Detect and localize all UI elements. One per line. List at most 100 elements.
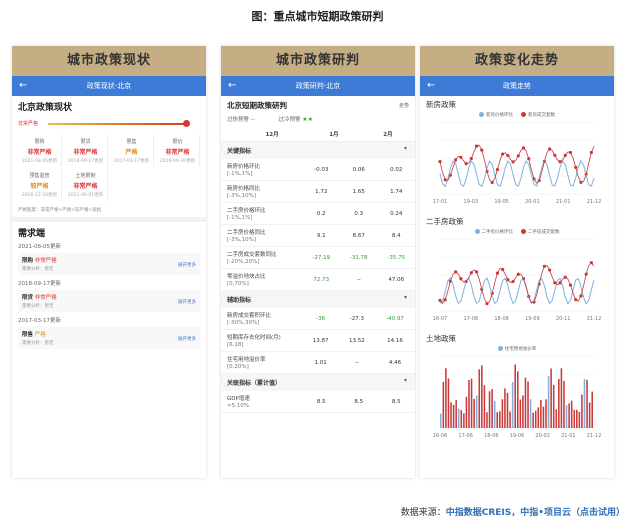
policy-tag[interactable]: 土地限制 非常严格 2021-06-01更新 bbox=[64, 169, 108, 201]
x-tick-label: 17-08 bbox=[464, 316, 479, 322]
back-arrow-icon[interactable]: ← bbox=[19, 76, 27, 96]
land-premium-bar bbox=[509, 411, 511, 428]
tag-date: 2017-03-17更新 bbox=[113, 159, 150, 164]
chart-block: 新房政策 新房价格环比 新房成交套数 17-01 19-03 19-05 20-01 21-0… bbox=[420, 96, 614, 213]
indicator-value: 1.65 bbox=[339, 180, 378, 203]
land-premium-bar bbox=[496, 412, 499, 428]
back-arrow-icon[interactable]: ← bbox=[427, 76, 435, 96]
tag-title: 限售 bbox=[126, 139, 137, 145]
land-premium-bar bbox=[514, 364, 516, 428]
trend-link[interactable]: 走势 bbox=[399, 102, 409, 109]
land-premium-bar bbox=[578, 411, 581, 428]
indicator-range: [0,70%] bbox=[227, 281, 249, 287]
x-tick-label: 21-12 bbox=[587, 199, 602, 205]
indicator-row: 新房成交套积环比 [-30%,30%] -36 -27.3 -40.97 bbox=[221, 308, 415, 330]
news-tag: 限售 bbox=[22, 332, 34, 338]
land-premium-bar bbox=[558, 378, 560, 428]
land-premium-bar bbox=[470, 378, 473, 428]
land-premium-bar bbox=[475, 395, 478, 428]
land-premium-bar bbox=[499, 411, 501, 428]
policy-tag[interactable]: 限价 非常严格 2016-09-30更新 bbox=[156, 135, 200, 167]
indicator-name: 短期库存去化时间(月) bbox=[227, 335, 281, 341]
chart-block: 二手房政策 二手房价格环比 二手房成交套数 16-07 17-08 18-08 19-09 2… bbox=[420, 213, 614, 330]
land-premium-bar bbox=[547, 376, 550, 428]
panel-policy-judgment: 城市政策研判 ← 政策研判-北京 北京短期政策研判 走势 过热预警 -- 过冷预… bbox=[221, 46, 415, 478]
chart-plot: 17-01 19-03 19-05 20-01 21-01 21-12 bbox=[433, 121, 602, 205]
news-card[interactable]: 限售 严格 需要分析：暂无 展开更多 bbox=[18, 327, 200, 349]
tag-level: 非常严格 bbox=[165, 149, 190, 156]
land-premium-bar bbox=[534, 410, 537, 428]
indicator-value: -- bbox=[339, 268, 378, 291]
policy-tag[interactable]: 限售 严格 2017-03-17更新 bbox=[110, 135, 154, 167]
indicator-row: 二手房成交套数同比 [-20%,20%] -27.19 -31.78 -35.75 bbox=[221, 246, 415, 269]
back-arrow-icon[interactable]: ← bbox=[228, 76, 236, 96]
indicator-value: 8.5 bbox=[302, 391, 340, 413]
tag-title: 限贷 bbox=[80, 139, 91, 145]
indicator-value: 9.1 bbox=[302, 224, 340, 247]
expand-more-link[interactable]: 展开更多 bbox=[178, 262, 196, 268]
indicator-value: -27.3 bbox=[338, 308, 376, 330]
x-tick-label: 21-01 bbox=[561, 433, 576, 439]
indicator-row: 短期库存去化时间(月) [6,18] 13.87 13.52 14.16 bbox=[221, 329, 415, 352]
policy-tag[interactable]: 限贷 非常严格 2018-09-17更新 bbox=[64, 135, 108, 167]
indicator-label: 新房价格环比 [-1%,1%] bbox=[221, 159, 303, 181]
land-premium-bar bbox=[573, 409, 576, 428]
indicator-value: 13.87 bbox=[302, 329, 339, 352]
land-premium-bar bbox=[506, 392, 509, 428]
chevron-down-icon[interactable]: ▾ bbox=[404, 377, 407, 384]
panel-policy-trend: 政策变化走势 ← 政策走势 新房政策 新房价格环比 新房成交套数 17-01 19-03… bbox=[420, 46, 614, 478]
indicator-range: [6,18] bbox=[227, 342, 244, 348]
policy-tags: 限购 非常严格 2021-08-05更新 限贷 非常严格 2018-09-17更新 限售 严格… bbox=[18, 135, 200, 201]
indicator-label: 新房价格同比 [-3%,10%] bbox=[221, 180, 303, 203]
land-premium-bar bbox=[552, 384, 555, 428]
chart-block: 土地政策 住宅用地溢价率 16-06 17-06 18-06 19-06 20-02 21-0… bbox=[420, 330, 614, 447]
app-bar: ← 政策走势 bbox=[420, 76, 614, 96]
tag-title: 土地限制 bbox=[75, 173, 96, 179]
indicator-label: 新房成交套积环比 [-30%,30%] bbox=[221, 308, 303, 330]
expand-more-link[interactable]: 展开更多 bbox=[178, 299, 196, 305]
demand-section: 需求端 2021-08-05更新 限购 非常严格 需要分析：暂无 展开更多 2018-0… bbox=[12, 222, 206, 357]
app-bar: ← 政策现状-北京 bbox=[12, 76, 206, 96]
land-premium-bar bbox=[463, 413, 465, 428]
indicator-range: [-1%,1%] bbox=[227, 215, 253, 221]
indicator-label: GDP增速 ≈5.10% bbox=[221, 391, 303, 413]
indicator-category[interactable]: 辅助指标 ▾ bbox=[221, 291, 415, 308]
land-premium-bar bbox=[591, 391, 593, 428]
source-link[interactable]: 中指数据CREIS，中指•项目云（点击试用） bbox=[446, 508, 625, 518]
land-premium-bar bbox=[481, 365, 483, 428]
tag-level: 非常严格 bbox=[27, 149, 52, 156]
panel-banner: 政策变化走势 bbox=[420, 46, 614, 76]
news-date: 2018-09-17更新 bbox=[18, 281, 61, 287]
policy-tag[interactable]: 预售监管 较严格 2016-12-16更新 bbox=[18, 169, 62, 201]
category-name: 关键指标 bbox=[227, 148, 252, 155]
land-premium-bar bbox=[583, 378, 586, 428]
chevron-down-icon[interactable]: ▾ bbox=[404, 294, 407, 301]
indicator-category[interactable]: 关键指标 ▾ bbox=[221, 142, 415, 159]
indicator-range: [-3%,10%] bbox=[227, 193, 256, 199]
category-name: 关联指标（累计值） bbox=[227, 380, 282, 387]
land-premium-bar bbox=[519, 399, 522, 428]
indicator-name: 零溢价地块占比 bbox=[227, 274, 266, 280]
land-premium-bar bbox=[473, 398, 475, 428]
x-tick-label: 18-08 bbox=[494, 316, 509, 322]
chart-title: 二手房政策 bbox=[426, 217, 464, 226]
news-card[interactable]: 限贷 非常严格 需要分析：暂无 展开更多 bbox=[18, 290, 200, 312]
indicator-category[interactable]: 关联指标（累计值） ▾ bbox=[221, 374, 415, 391]
strictness-note: 严格程度：非常严格>严格>较严格>宽松 bbox=[18, 208, 102, 213]
expand-more-link[interactable]: 展开更多 bbox=[178, 336, 196, 342]
panel-banner: 城市政策研判 bbox=[221, 46, 415, 76]
land-premium-bar bbox=[550, 368, 552, 428]
land-premium-bar bbox=[440, 413, 442, 428]
tag-level: 非常严格 bbox=[73, 149, 98, 156]
policy-tag[interactable]: 限购 非常严格 2021-08-05更新 bbox=[18, 135, 62, 167]
source-prefix: 数据来源： bbox=[400, 508, 446, 518]
news-level: 非常严格 bbox=[33, 295, 57, 301]
chevron-down-icon[interactable]: ▾ bbox=[404, 145, 407, 152]
news-headline: 限贷 非常严格 bbox=[22, 293, 196, 301]
indicator-table: 12月 1月 2月 关键指标 ▾ 新房价格环比 [-1%,1%] -0.03 0.06 0.02 新… bbox=[221, 127, 415, 413]
legend-swatch bbox=[497, 346, 503, 351]
news-card[interactable]: 限购 非常严格 需要分析：暂无 展开更多 bbox=[18, 253, 200, 275]
indicator-range: ≈5.10% bbox=[227, 403, 250, 409]
x-tick-label: 17-06 bbox=[458, 433, 473, 439]
indicator-row: 二手房价格环比 [-1%,1%] 0.2 0.3 0.24 bbox=[221, 202, 415, 225]
